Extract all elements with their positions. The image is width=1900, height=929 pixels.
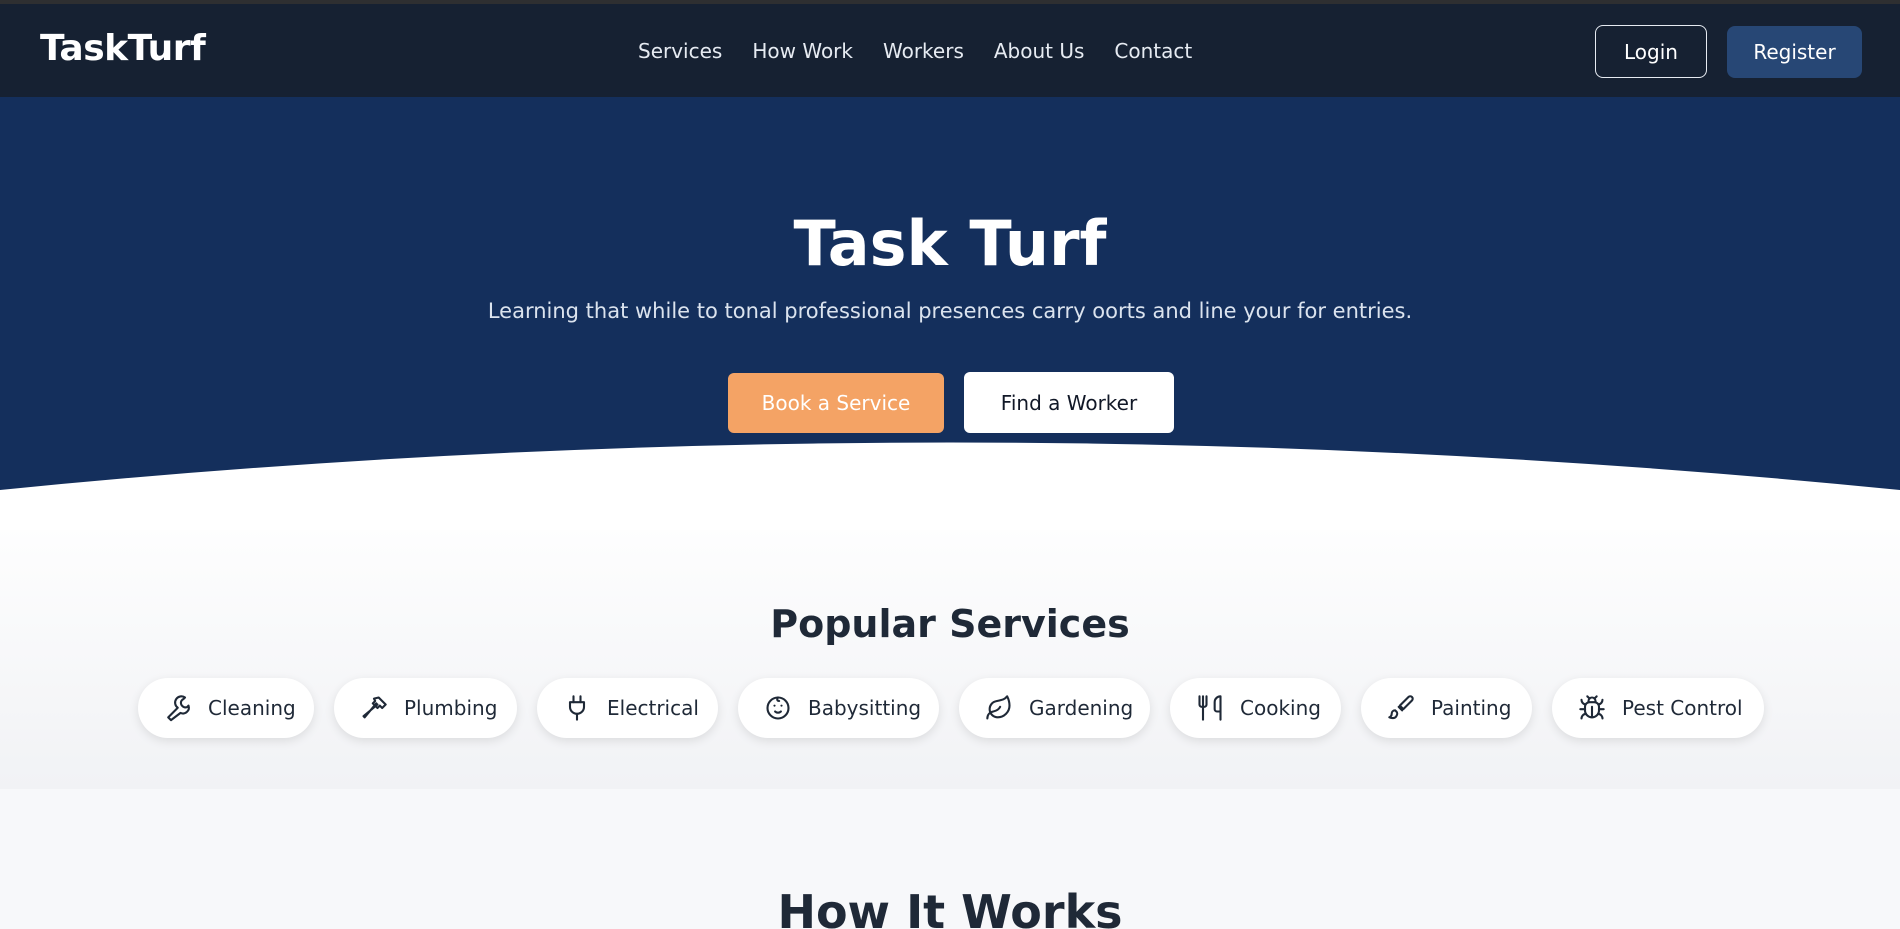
bug-icon <box>1579 695 1605 720</box>
service-label: Painting <box>1431 696 1512 720</box>
nav-link-how-work[interactable]: How Work <box>752 39 853 63</box>
service-pill-babysitting[interactable]: Babysitting <box>738 678 939 738</box>
hero-subtitle: Learning that while to tonal professiona… <box>487 299 1413 323</box>
paintbrush-icon <box>1388 695 1414 720</box>
utensils-icon <box>1198 695 1222 721</box>
service-label: Gardening <box>1029 696 1134 720</box>
logo[interactable]: TaskTurf <box>40 28 206 69</box>
service-pill-electrical[interactable]: Electrical <box>537 678 718 738</box>
book-service-button[interactable]: Book a Service <box>728 373 944 433</box>
nav-link-about-us[interactable]: About Us <box>994 39 1085 63</box>
service-pill-cooking[interactable]: Cooking <box>1170 678 1341 738</box>
hero-wave-divider <box>0 442 1900 530</box>
nav-link-services[interactable]: Services <box>638 39 722 63</box>
service-label: Electrical <box>607 696 699 720</box>
navbar: TaskTurf Services How Work Workers About… <box>0 4 1900 97</box>
popular-services-section: Popular Services Cleaning Plumbing Elect… <box>0 500 1900 789</box>
service-label: Cleaning <box>208 696 296 720</box>
service-label: Babysitting <box>808 696 922 720</box>
hammer-icon <box>362 696 387 719</box>
how-it-works-title: How It Works <box>777 885 1123 929</box>
plug-icon <box>568 695 586 721</box>
nav-link-workers[interactable]: Workers <box>883 39 964 63</box>
baby-icon <box>766 696 790 720</box>
service-label: Plumbing <box>404 696 498 720</box>
nav-links: Services How Work Workers About Us Conta… <box>638 4 1222 97</box>
hero-title: Task Turf <box>793 207 1107 280</box>
service-pill-gardening[interactable]: Gardening <box>959 678 1150 738</box>
service-pill-painting[interactable]: Painting <box>1361 678 1532 738</box>
service-label: Cooking <box>1240 696 1321 720</box>
leaf-icon <box>986 695 1011 720</box>
service-label: Pest Control <box>1622 696 1743 720</box>
register-button[interactable]: Register <box>1727 26 1862 78</box>
wrench-icon <box>167 695 190 722</box>
login-button[interactable]: Login <box>1595 25 1707 78</box>
services-title: Popular Services <box>770 602 1130 646</box>
nav-link-contact[interactable]: Contact <box>1114 39 1192 63</box>
service-pill-pest-control[interactable]: Pest Control <box>1552 678 1764 738</box>
how-it-works-section: How It Works <box>0 789 1900 929</box>
service-pill-plumbing[interactable]: Plumbing <box>334 678 517 738</box>
find-worker-button[interactable]: Find a Worker <box>964 372 1174 433</box>
service-pill-cleaning[interactable]: Cleaning <box>138 678 314 738</box>
